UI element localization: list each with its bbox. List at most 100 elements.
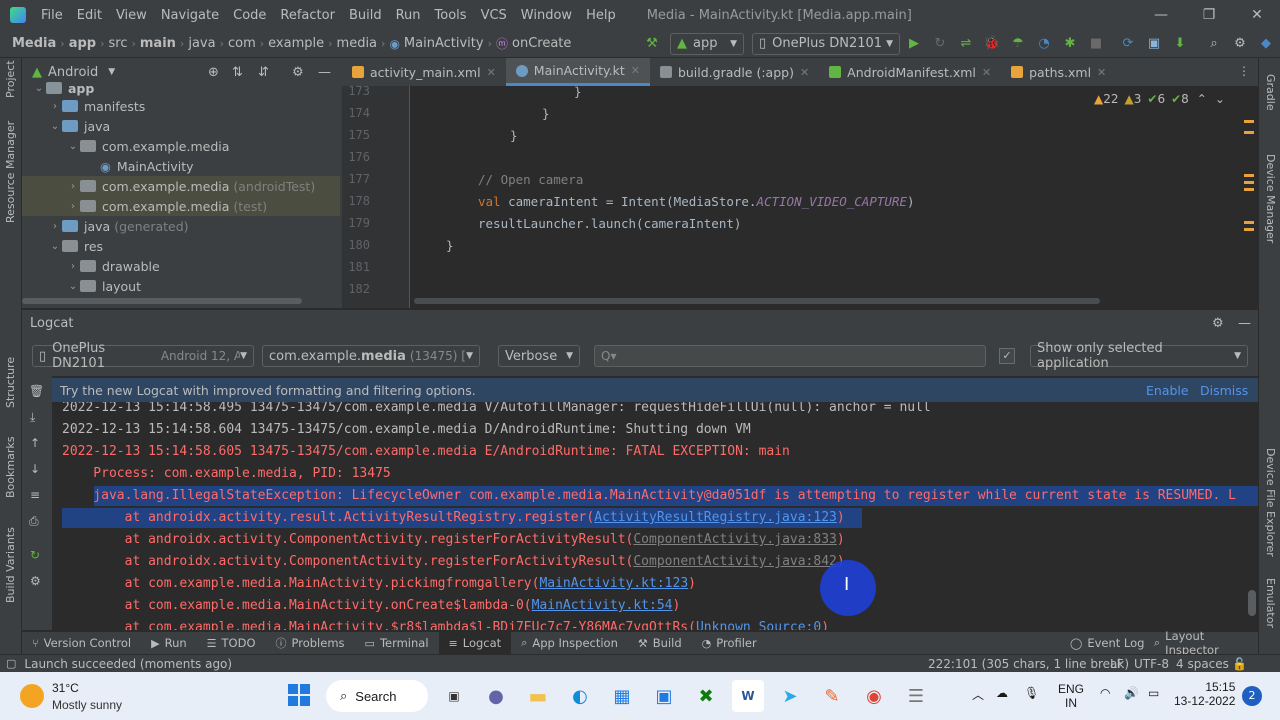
breadcrumb-media[interactable]: media: [333, 36, 382, 51]
debug-icon[interactable]: 🐞: [982, 34, 1002, 54]
gradle-tool-tab[interactable]: Gradle: [1264, 74, 1277, 111]
inspection-widget[interactable]: ▲ 22 ▲ 3 ✔ 6 ✔ 8 ⌃ ⌄: [1094, 92, 1225, 106]
breadcrumb-main[interactable]: main: [136, 36, 180, 51]
battery-icon[interactable]: ▭: [1148, 686, 1159, 700]
hide-panel-icon[interactable]: —: [1238, 316, 1251, 331]
more-tabs-icon[interactable]: ⋮: [1238, 64, 1250, 78]
clock[interactable]: 15:15 13-12-2022: [1174, 680, 1235, 708]
source-link[interactable]: MainActivity.kt:123: [539, 576, 688, 591]
restart-icon[interactable]: ↻: [30, 548, 40, 562]
arrow-down-icon[interactable]: ↓: [30, 462, 40, 476]
tab-activity-main-xml[interactable]: activity_main.xml ✕: [342, 58, 506, 86]
indent-setting[interactable]: 4 spaces: [1176, 657, 1229, 671]
sdk-manager-icon[interactable]: ⬇: [1170, 34, 1190, 54]
account-icon[interactable]: ◆: [1256, 34, 1276, 54]
lock-icon[interactable]: 🔓: [1232, 657, 1247, 671]
clear-logcat-icon[interactable]: 🗑: [29, 384, 44, 398]
tab-version-control[interactable]: ⑂ Version Control: [22, 632, 141, 654]
weather-icon[interactable]: [20, 684, 44, 708]
menu-tools[interactable]: Tools: [428, 8, 474, 23]
breadcrumb-class[interactable]: MainActivity: [400, 36, 488, 51]
stop-icon[interactable]: ■: [1086, 34, 1106, 54]
gear-icon[interactable]: ⚙: [1212, 316, 1224, 331]
apply-code-changes-icon[interactable]: ⇌: [956, 34, 976, 54]
device-manager-icon[interactable]: ▣: [1144, 34, 1164, 54]
weather-description[interactable]: Mostly sunny: [52, 698, 122, 712]
tree-item-package-main[interactable]: ⌄ com.example.media: [22, 136, 340, 156]
tab-android-manifest[interactable]: AndroidManifest.xml ✕: [819, 58, 1001, 86]
menu-vcs[interactable]: VCS: [474, 8, 514, 23]
tab-run[interactable]: ▶ Run: [141, 632, 197, 654]
run-icon[interactable]: ▶: [904, 34, 924, 54]
word-icon[interactable]: W: [732, 680, 764, 712]
menu-file[interactable]: File: [34, 8, 70, 23]
sync-gradle-icon[interactable]: ⟳: [1118, 34, 1138, 54]
logcat-process-selector[interactable]: com.example.media (13475) [DEAD ▼: [262, 345, 480, 367]
search-icon[interactable]: ⌕: [1204, 34, 1224, 54]
chevron-up-icon[interactable]: ︿: [972, 686, 984, 703]
chevron-down-icon[interactable]: ⌄: [1215, 92, 1225, 106]
notification-badge[interactable]: 2: [1242, 686, 1262, 706]
tab-terminal[interactable]: ▭ Terminal: [355, 632, 439, 654]
menu-refactor[interactable]: Refactor: [273, 8, 342, 23]
vertical-scrollbar[interactable]: [1248, 590, 1256, 616]
tab-build-gradle[interactable]: build.gradle (:app) ✕: [650, 58, 819, 86]
tree-item-mainactivity[interactable]: ◉ MainActivity: [22, 156, 340, 176]
tab-app-inspection[interactable]: ⌕ App Inspection: [511, 632, 628, 654]
soft-wrap-icon[interactable]: ≡: [30, 488, 40, 502]
tree-item-res[interactable]: ⌄ res: [22, 236, 340, 256]
windows-start-icon[interactable]: [288, 684, 310, 706]
menu-view[interactable]: View: [109, 8, 154, 23]
source-link[interactable]: Unknown Source:0: [696, 620, 821, 630]
tree-item-drawable[interactable]: › drawable: [22, 256, 340, 276]
edge-icon[interactable]: ◐: [564, 680, 596, 712]
tree-item-java[interactable]: ⌄ java: [22, 116, 340, 136]
horizontal-scrollbar[interactable]: [22, 298, 302, 304]
code-editor[interactable]: } } } // Open camera val cameraIntent = …: [410, 86, 1258, 308]
close-icon[interactable]: ✕: [1234, 0, 1280, 30]
breadcrumb-src[interactable]: src: [105, 36, 132, 51]
menu-window[interactable]: Window: [514, 8, 579, 23]
taskbar-search[interactable]: ⌕ Search: [326, 680, 428, 712]
logcat-search-input[interactable]: Q▾: [594, 345, 986, 367]
breadcrumb-java[interactable]: java: [184, 36, 219, 51]
breadcrumb-project[interactable]: Media: [8, 36, 60, 51]
run-config-selector[interactable]: ▲ app ▼: [670, 32, 744, 55]
logcat-device-selector[interactable]: ▯ OnePlus DN2101 Android 12, AI ▼: [32, 341, 254, 371]
dismiss-link[interactable]: Dismiss: [1200, 383, 1248, 398]
volume-icon[interactable]: 🔊: [1124, 686, 1139, 700]
tab-mainactivity-kt[interactable]: MainActivity.kt ✕: [505, 58, 650, 86]
chrome-icon[interactable]: ◉: [858, 680, 890, 712]
chevron-up-icon[interactable]: ⌃: [1197, 92, 1207, 106]
xbox-icon[interactable]: ✖: [690, 680, 722, 712]
store-icon[interactable]: ▦: [606, 680, 638, 712]
tree-item-manifests[interactable]: › manifests: [22, 96, 340, 116]
source-link[interactable]: ActivityResultRegistry.java:123: [594, 510, 837, 525]
microphone-icon[interactable]: 🎙: [1024, 686, 1039, 700]
source-link[interactable]: ComponentActivity.java:842: [633, 554, 837, 569]
menu-code[interactable]: Code: [226, 8, 273, 23]
minimize-icon[interactable]: —: [1138, 0, 1184, 30]
breadcrumb-example[interactable]: example: [264, 36, 328, 51]
teams-chat-icon[interactable]: ●: [480, 680, 512, 712]
photos-app-icon[interactable]: ▣: [648, 680, 680, 712]
tab-problems[interactable]: ⓘ Problems: [266, 632, 355, 654]
make-project-icon[interactable]: ⚒: [642, 34, 662, 54]
database-icon[interactable]: ☰: [900, 680, 932, 712]
tab-logcat[interactable]: ≡ Logcat: [438, 632, 512, 654]
error-stripe[interactable]: [1244, 116, 1254, 306]
tab-event-log[interactable]: ◯ Event Log: [1060, 632, 1154, 654]
telegram-icon[interactable]: ➤: [774, 680, 806, 712]
apply-changes-icon[interactable]: ↻: [930, 34, 950, 54]
tab-profiler[interactable]: ◔ Profiler: [692, 632, 767, 654]
close-icon[interactable]: ✕: [800, 66, 809, 79]
enable-link[interactable]: Enable: [1146, 383, 1189, 398]
wifi-icon[interactable]: ◠: [1100, 686, 1110, 700]
source-link[interactable]: ComponentActivity.java:833: [633, 532, 837, 547]
tab-build[interactable]: ⚒ Build: [628, 632, 692, 654]
menu-edit[interactable]: Edit: [70, 8, 109, 23]
language-indicator[interactable]: ENG IN: [1058, 682, 1084, 710]
attach-debugger-icon[interactable]: ✱: [1060, 34, 1080, 54]
chevron-down-icon[interactable]: ▼: [108, 67, 115, 77]
menu-run[interactable]: Run: [389, 8, 428, 23]
